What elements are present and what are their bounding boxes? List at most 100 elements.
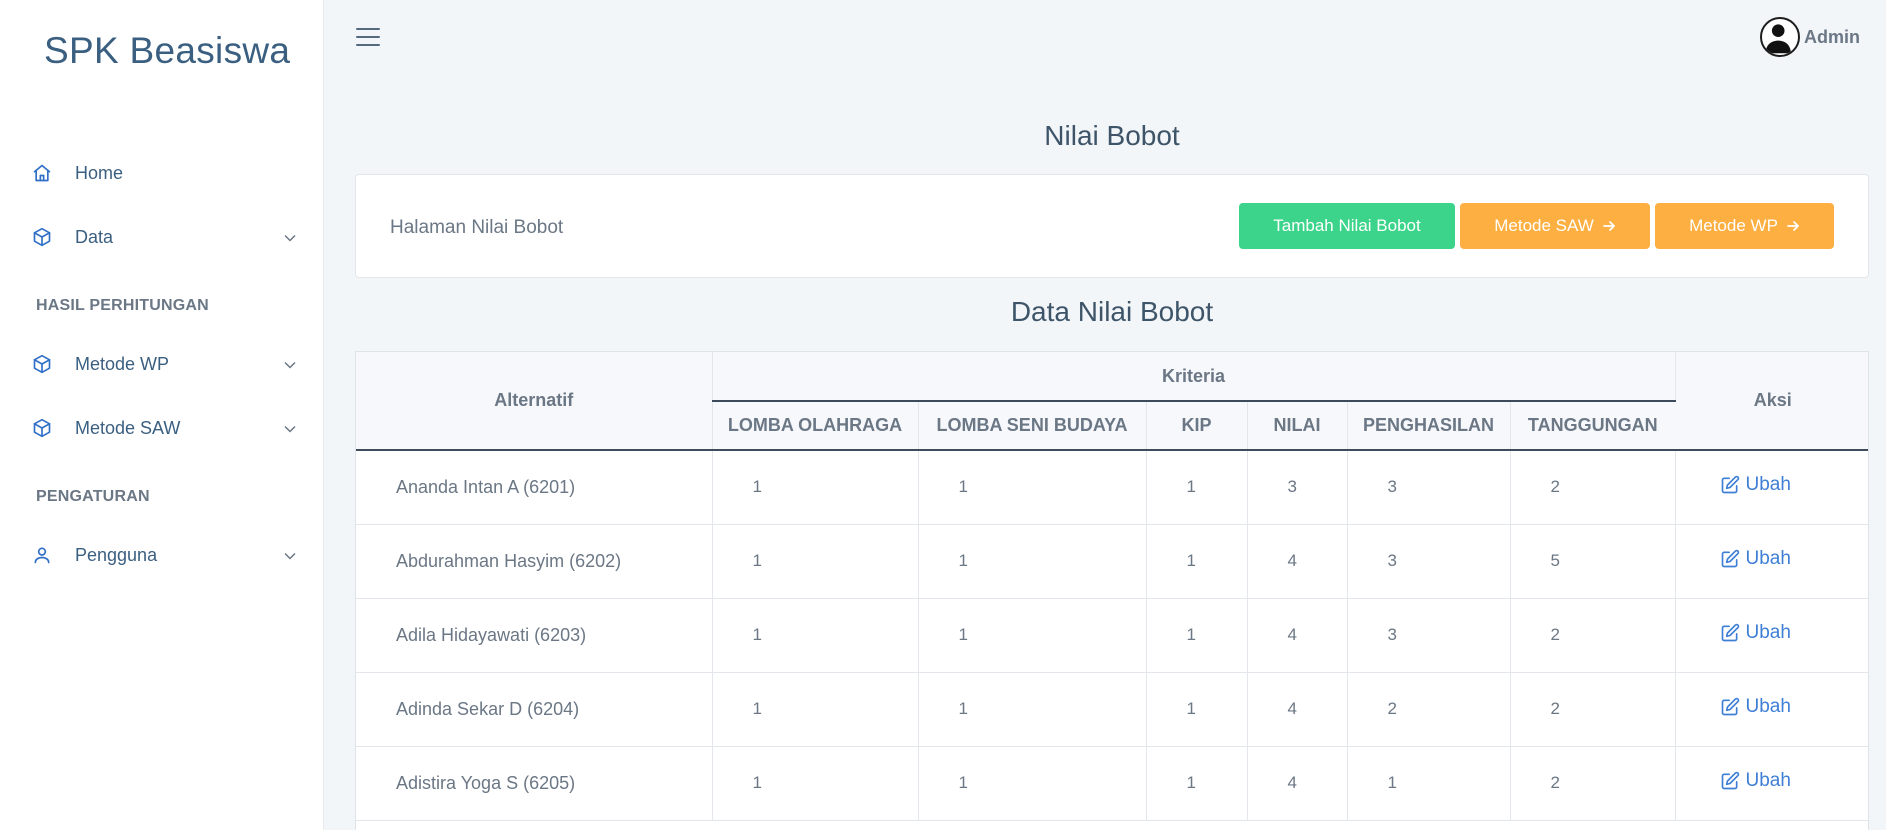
table-row: Abdurahman Hasyim (6202) 1 1 1 4 3 5 Ubah — [356, 524, 1868, 599]
chevron-down-icon — [284, 552, 296, 560]
user-menu[interactable]: Admin — [1760, 16, 1860, 58]
cell-value: 4 — [1247, 746, 1348, 821]
cell-value: 4 — [1247, 524, 1348, 599]
cell-value: 1 — [918, 450, 1147, 525]
chevron-down-icon — [284, 234, 296, 242]
cell-value: 2 — [1510, 672, 1676, 747]
column-header-alternatif: Alternatif — [356, 352, 713, 451]
section-heading-pengaturan: PENGATURAN — [36, 488, 150, 505]
cell-value: 1 — [918, 524, 1147, 599]
edit-icon — [1721, 623, 1739, 642]
ubah-button[interactable]: Ubah — [1720, 770, 1791, 792]
arrow-right-icon — [1787, 221, 1799, 231]
page-title: Nilai Bobot — [1044, 120, 1180, 151]
cube-icon — [33, 418, 51, 438]
cell-aksi: Ubah — [1675, 672, 1868, 747]
column-header-criteria: LOMBA OLAHRAGA — [712, 401, 919, 451]
action-card: Halaman Nilai Bobot Tambah Nilai Bobot M… — [355, 174, 1869, 278]
home-icon — [33, 164, 51, 182]
ubah-button[interactable]: Ubah — [1720, 696, 1791, 718]
sidebar-item-label: Metode SAW — [75, 418, 181, 438]
cell-aksi: Ubah — [1675, 746, 1868, 821]
card-label: Halaman Nilai Bobot — [390, 217, 564, 238]
column-header-aksi: Aksi — [1675, 352, 1868, 451]
cell-value: 1 — [1347, 746, 1511, 821]
cell-value: 1 — [712, 598, 919, 673]
table-row: Adistira Yoga S (6205) 1 1 1 4 1 2 Ubah — [356, 746, 1868, 821]
edit-icon — [1721, 697, 1739, 716]
cell-value: 1 — [918, 746, 1147, 821]
sidebar-item-metode-saw[interactable]: Metode SAW — [0, 406, 324, 450]
table-body: Ananda Intan A (6201) 1 1 1 3 3 2 Ubah Abdurahma… — [356, 450, 1868, 821]
cell-alternatif: Adila Hidayawati (6203) — [356, 598, 713, 673]
sidebar-item-pengguna[interactable]: Pengguna — [0, 533, 324, 577]
edit-icon — [1721, 549, 1739, 568]
cell-value: 2 — [1510, 598, 1676, 673]
cell-value: 2 — [1347, 672, 1511, 747]
cell-value: 3 — [1347, 524, 1511, 599]
ubah-label: Ubah — [1745, 622, 1791, 643]
cell-alternatif: Abdurahman Hasyim (6202) — [356, 524, 713, 599]
user-name: Admin — [1804, 26, 1860, 47]
edit-icon — [1721, 476, 1739, 494]
ubah-label: Ubah — [1745, 548, 1791, 569]
metode-wp-button[interactable]: Metode WP — [1655, 203, 1834, 249]
chevron-down-icon — [284, 425, 296, 433]
cell-value: 5 — [1510, 524, 1676, 599]
cell-value: 2 — [1510, 450, 1676, 525]
arrow-right-icon — [1602, 221, 1615, 231]
column-header-criteria: TANGGUNGAN — [1510, 401, 1675, 451]
ubah-button[interactable]: Ubah — [1720, 622, 1791, 644]
table-title: Data Nilai Bobot — [1010, 296, 1214, 327]
cell-value: 1 — [712, 450, 919, 525]
sidebar-item-label: Pengguna — [75, 545, 158, 565]
metode-saw-button[interactable]: Metode SAW — [1460, 203, 1650, 249]
cell-value: 1 — [1146, 746, 1248, 821]
edit-icon — [1721, 771, 1739, 790]
cell-alternatif: Adistira Yoga S (6205) — [356, 746, 713, 821]
cell-value: 4 — [1247, 672, 1348, 747]
cell-value: 1 — [1146, 450, 1248, 525]
cell-value: 1 — [1146, 524, 1248, 599]
nilai-bobot-table: Alternatif Kriteria Aksi LOMBA OLAHRAGA … — [355, 351, 1869, 830]
cell-value: 1 — [918, 672, 1147, 747]
ubah-label: Ubah — [1745, 770, 1791, 791]
cell-value: 1 — [1146, 672, 1248, 747]
menu-toggle-icon[interactable] — [356, 28, 380, 48]
table-row: Adila Hidayawati (6203) 1 1 1 4 3 2 Ubah — [356, 598, 1868, 673]
ubah-label: Ubah — [1745, 474, 1791, 496]
cell-value: 1 — [712, 672, 919, 747]
sidebar-item-home[interactable]: Home — [0, 151, 324, 195]
table-row: Adinda Sekar D (6204) 1 1 1 4 2 2 Ubah — [356, 672, 1868, 747]
cell-alternatif: Ananda Intan A (6201) — [356, 450, 713, 525]
chevron-down-icon — [284, 361, 296, 369]
cell-value: 1 — [1146, 598, 1248, 673]
section-heading-hasil: HASIL PERHITUNGAN — [36, 297, 209, 314]
sidebar-item-label: Home — [75, 163, 124, 183]
cell-value: 4 — [1247, 598, 1348, 673]
cube-icon — [33, 227, 51, 247]
sidebar-item-metode-wp[interactable]: Metode WP — [0, 342, 324, 386]
column-header-criteria: PENGHASILAN — [1347, 401, 1511, 451]
column-header-criteria: NILAI — [1247, 401, 1348, 451]
cell-value: 1 — [712, 524, 919, 599]
ubah-button[interactable]: Ubah — [1720, 548, 1791, 570]
cell-value: 2 — [1510, 746, 1676, 821]
sidebar-item-data[interactable]: Data — [0, 215, 324, 259]
brand-title[interactable]: SPK Beasiswa — [44, 30, 290, 72]
cell-aksi: Ubah — [1675, 524, 1868, 599]
button-label: Tambah Nilai Bobot — [1273, 216, 1421, 235]
user-icon — [34, 547, 50, 564]
cell-value: 3 — [1347, 598, 1511, 673]
column-header-criteria: LOMBA SENI BUDAYA — [918, 401, 1147, 451]
ubah-label: Ubah — [1745, 696, 1791, 717]
cell-value: 3 — [1247, 450, 1348, 525]
user-avatar-icon — [1765, 24, 1791, 54]
cell-alternatif: Adinda Sekar D (6204) — [356, 672, 713, 747]
ubah-button[interactable]: Ubah — [1720, 474, 1791, 496]
cell-value: 1 — [918, 598, 1147, 673]
button-label: Metode SAW — [1494, 216, 1594, 235]
sidebar: SPK Beasiswa Home Data HASIL PERHITUNGAN… — [0, 0, 324, 830]
sidebar-item-label: Metode WP — [75, 354, 170, 374]
tambah-nilai-bobot-button[interactable]: Tambah Nilai Bobot — [1239, 203, 1455, 249]
